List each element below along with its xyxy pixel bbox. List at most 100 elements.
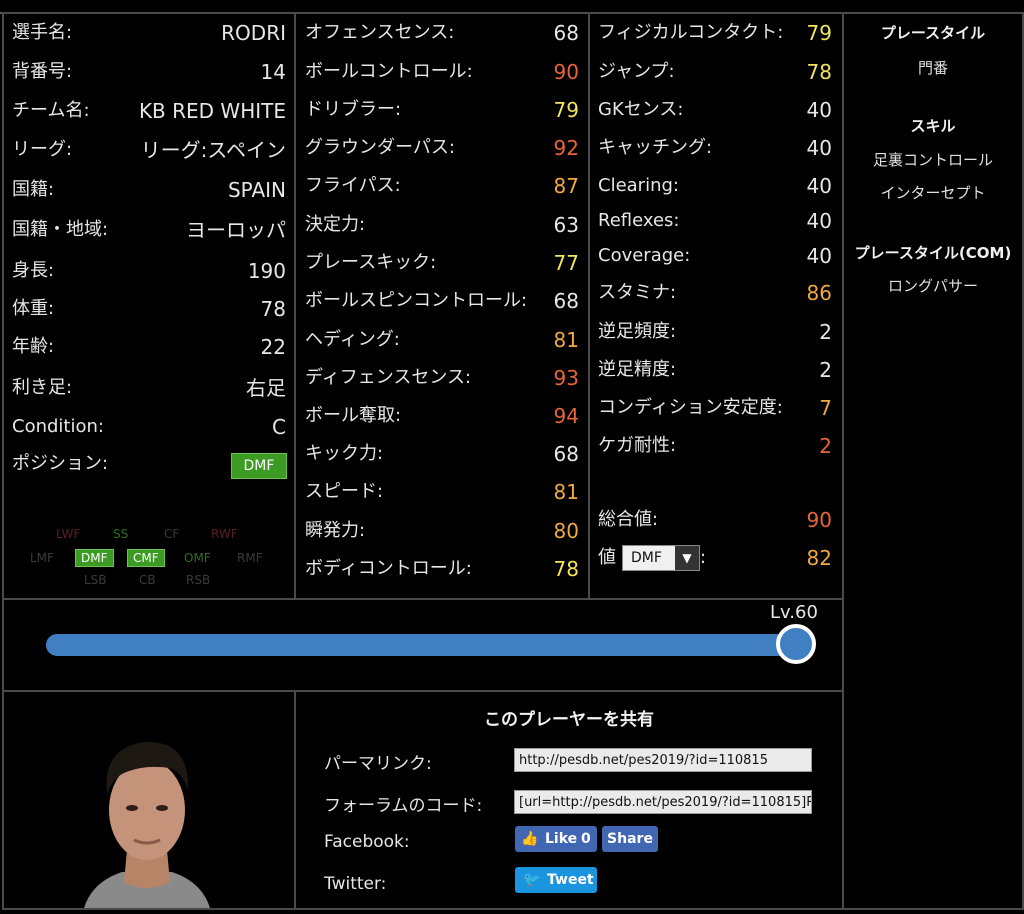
stat-row: ボール奪取: 94: [305, 403, 579, 429]
stat-value: 68: [553, 289, 579, 313]
stat-value: 81: [553, 480, 579, 504]
skill-item: 足裏コントロール: [872, 151, 993, 169]
stat-row: オフェンスセンス: 68: [305, 20, 579, 46]
stat-label: コンディション安定度:: [598, 397, 783, 418]
twitter-bird-icon: 🐦: [523, 872, 541, 888]
stat-label: ヘディング:: [305, 329, 400, 350]
stat-value: 40: [806, 209, 832, 233]
player-row-league: リーグ: リーグ:スペイン: [12, 137, 286, 163]
player-portrait: [84, 741, 210, 908]
stat-row: GKセンス: 40: [598, 97, 832, 123]
stat-label: GKセンス:: [598, 99, 684, 120]
com-playstyle-title: プレースタイル(COM): [854, 244, 1012, 262]
forum-code-label: フォーラムのコード:: [324, 796, 483, 816]
stat-row: ドリブラー: 79: [305, 97, 579, 123]
stat-label: グラウンダーパス:: [305, 137, 455, 158]
stat-label: プレースキック:: [305, 252, 437, 273]
stat-value: 40: [806, 136, 832, 160]
level-slider-handle[interactable]: [776, 624, 816, 664]
row-value: 右足: [246, 376, 286, 400]
stat-row: ディフェンスセンス: 93: [305, 365, 579, 391]
level-slider-track[interactable]: [46, 634, 798, 656]
facebook-like-button[interactable]: 👍 Like 0: [515, 826, 597, 852]
tweet-label: Tweet: [547, 872, 594, 888]
pos-rsb: RSB: [186, 573, 211, 587]
stat-value: 93: [553, 366, 579, 390]
stat-row: ケガ耐性: 2: [598, 433, 832, 459]
facebook-label: Facebook:: [324, 832, 410, 852]
position-rating-colon: :: [700, 547, 707, 568]
stat-value: 68: [553, 442, 579, 466]
row-label: チーム名:: [12, 100, 90, 121]
stat-value: 2: [819, 320, 832, 344]
stat-value: 63: [553, 213, 579, 237]
stat-value: 79: [806, 21, 832, 45]
pos-lwf: LWF: [56, 527, 81, 541]
stat-row: ボールスピンコントロール: 68: [305, 288, 579, 314]
stat-value: 81: [553, 328, 579, 352]
stat-value: 68: [553, 21, 579, 45]
stat-row: ボディコントロール: 78: [305, 556, 579, 582]
stat-label: スタミナ:: [598, 282, 677, 303]
row-value: ヨーロッパ: [186, 218, 286, 242]
pos-lsb: LSB: [84, 573, 107, 587]
stat-value: 40: [806, 244, 832, 268]
player-row-weight: 体重: 78: [12, 296, 286, 322]
stat-row: Clearing: 40: [598, 173, 832, 199]
stat-label: Clearing:: [598, 175, 679, 196]
stat-value: 2: [819, 434, 832, 458]
row-label: Condition:: [12, 416, 104, 437]
stat-row: ジャンプ: 78: [598, 59, 832, 85]
pos-rwf: RWF: [211, 527, 238, 541]
stat-row: 決定力: 63: [305, 212, 579, 238]
position-rating-label: 値: [598, 547, 616, 568]
stat-label: ボールスピンコントロール:: [305, 290, 528, 311]
stat-label: ボディコントロール:: [305, 558, 472, 579]
pos-rmf: RMF: [237, 551, 263, 565]
like-label: Like: [545, 831, 578, 847]
playstyle-title: プレースタイル: [880, 24, 986, 42]
player-row-foot: 利き足: 右足: [12, 375, 286, 401]
stat-row: スピード: 81: [305, 479, 579, 505]
stat-row: ボールコントロール: 90: [305, 59, 579, 85]
row-value: 22: [260, 335, 286, 359]
pos-ss: SS: [113, 527, 129, 541]
facebook-share-button[interactable]: Share: [602, 826, 658, 852]
row-value: 78: [260, 297, 286, 321]
row-label: 国籍:: [12, 179, 55, 200]
stat-label: 逆足精度:: [598, 359, 677, 380]
pos-dmf: DMF: [75, 549, 114, 567]
stat-label: Reflexes:: [598, 210, 680, 231]
forum-code-field[interactable]: [url=http://pesdb.net/pes2019/?id=110815…: [514, 790, 812, 814]
stat-value: 94: [553, 404, 579, 428]
stat-row: 瞬発力: 80: [305, 518, 579, 544]
overall-label: 総合値:: [598, 509, 659, 530]
position-select-value: DMF: [631, 550, 662, 566]
pos-omf: OMF: [184, 551, 211, 565]
chevron-down-icon[interactable]: ▼: [675, 546, 699, 570]
stat-value: 92: [553, 136, 579, 160]
position-rating-value: 82: [806, 546, 832, 570]
stat-label: ドリブラー:: [305, 99, 402, 120]
stat-label: ジャンプ:: [598, 61, 675, 82]
position-select[interactable]: DMF ▼: [622, 545, 700, 571]
overall-value: 90: [806, 508, 832, 532]
overall-row: 総合値: 90: [598, 507, 832, 533]
permalink-field[interactable]: http://pesdb.net/pes2019/?id=110815: [514, 748, 812, 772]
stat-label: 決定力:: [305, 214, 366, 235]
stat-value: 86: [806, 281, 832, 305]
stat-value: 87: [553, 174, 579, 198]
stat-row: フィジカルコンタクト: 79: [598, 20, 832, 46]
stat-value: 40: [806, 98, 832, 122]
player-row-name: 選手名: RODRI: [12, 20, 286, 46]
player-row-team: チーム名: KB RED WHITE: [12, 98, 286, 124]
player-row-region: 国籍・地域: ヨーロッパ: [12, 217, 286, 243]
row-value: リーグ:スペイン: [140, 138, 286, 162]
stat-label: キャッチング:: [598, 137, 713, 158]
stat-value: 79: [553, 98, 579, 122]
row-value: 14: [260, 60, 286, 84]
stat-row: キック力: 68: [305, 441, 579, 467]
tweet-button[interactable]: 🐦 Tweet: [515, 867, 597, 893]
row-value: KB RED WHITE: [138, 99, 286, 123]
stat-label: フライパス:: [305, 175, 401, 196]
